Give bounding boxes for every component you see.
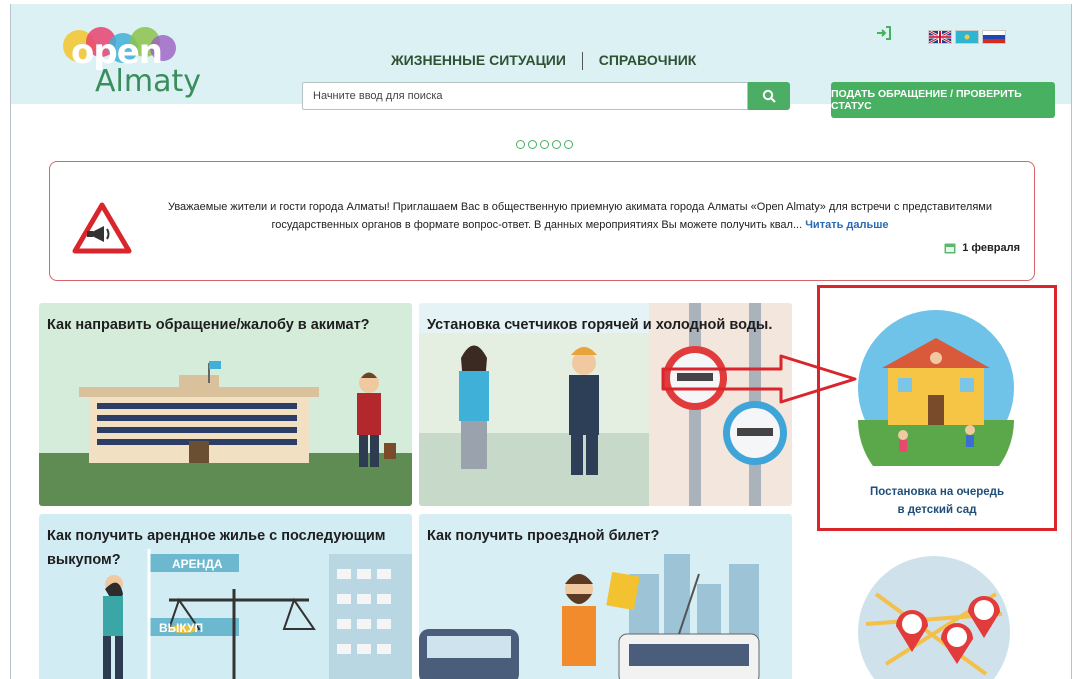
- flag-kz-icon[interactable]: [955, 30, 979, 44]
- kindergarten-caption[interactable]: Постановка на очередь в детский сад: [820, 483, 1054, 519]
- submit-request-button[interactable]: ПОДАТЬ ОБРАЩЕНИЕ / ПРОВЕРИТЬ СТАТУС: [831, 82, 1055, 118]
- carousel-dot[interactable]: [528, 140, 537, 149]
- kindergarten-line-2: в детский сад: [897, 504, 977, 516]
- carousel-dots: [516, 140, 573, 149]
- tile-water-meters[interactable]: Установка счетчиков горячей и холодной в…: [419, 303, 792, 506]
- flag-en-icon[interactable]: [928, 30, 952, 44]
- city-map-illustration[interactable]: [856, 554, 1012, 679]
- sign-rent: АРЕНДА: [172, 557, 223, 571]
- sign-buyout: ВЫКУП: [159, 621, 204, 635]
- announcement-date: 1 февраля: [944, 242, 1020, 254]
- announcement-line-2: государственных органов в формате вопрос…: [271, 219, 803, 231]
- kindergarten-line-1: Постановка на очередь: [869, 486, 1005, 498]
- page: open Almaty ЖИЗНЕННЫЕ СИТУАЦИИ СПРАВОЧНИ…: [10, 4, 1072, 679]
- tile-title: Установка счетчиков горячей и холодной в…: [427, 317, 773, 333]
- search-input[interactable]: [302, 82, 748, 110]
- tile-title: Как направить обращение/жалобу в акимат?: [47, 317, 370, 333]
- search-icon: [762, 89, 776, 103]
- header: open Almaty ЖИЗНЕННЫЕ СИТУАЦИИ СПРАВОЧНИ…: [11, 4, 1071, 118]
- announcement-line-2-wrap: государственных органов в формате вопрос…: [160, 216, 1000, 234]
- warning-megaphone-icon: [72, 202, 132, 254]
- carousel-dot[interactable]: [564, 140, 573, 149]
- carousel-dot[interactable]: [552, 140, 561, 149]
- flag-ru-icon[interactable]: [982, 30, 1006, 44]
- announcement-text: Уважаемые жители и гости города Алматы! …: [160, 198, 1000, 234]
- tile-title: Как получить проездной билет?: [427, 528, 660, 544]
- calendar-icon: [944, 243, 956, 254]
- logo-city-text: Almaty: [95, 64, 201, 99]
- announcement-date-text: 1 февраля: [962, 242, 1020, 254]
- login-icon[interactable]: [876, 26, 892, 45]
- read-more-link[interactable]: Читать дальше: [805, 219, 888, 231]
- carousel-dot[interactable]: [540, 140, 549, 149]
- announcement-line-1: Уважаемые жители и гости города Алматы! …: [167, 201, 993, 213]
- open-almaty-logo[interactable]: open Almaty: [51, 26, 211, 99]
- language-flags: [928, 30, 1006, 44]
- nav-directory[interactable]: СПРАВОЧНИК: [599, 52, 697, 68]
- search-button[interactable]: [748, 82, 790, 110]
- announcement-card: Уважаемые жители и гости города Алматы! …: [49, 161, 1035, 281]
- nav-divider: [581, 52, 583, 71]
- tile-complaint[interactable]: Как направить обращение/жалобу в акимат?: [39, 303, 412, 506]
- kindergarten-highlight[interactable]: Постановка на очередь в детский сад: [817, 285, 1057, 531]
- carousel-dot[interactable]: [516, 140, 525, 149]
- nav-life-situations[interactable]: ЖИЗНЕННЫЕ СИТУАЦИИ: [391, 52, 566, 68]
- kindergarten-illustration: [858, 310, 1014, 466]
- tile-travel-pass[interactable]: Как получить проездной билет?: [419, 514, 792, 679]
- main-nav: ЖИЗНЕННЫЕ СИТУАЦИИ СПРАВОЧНИК: [391, 52, 697, 71]
- tile-title-line-1: Как получить арендное жилье с последующи…: [47, 528, 386, 544]
- tile-rental-housing[interactable]: Как получить арендное жилье с последующи…: [39, 514, 412, 679]
